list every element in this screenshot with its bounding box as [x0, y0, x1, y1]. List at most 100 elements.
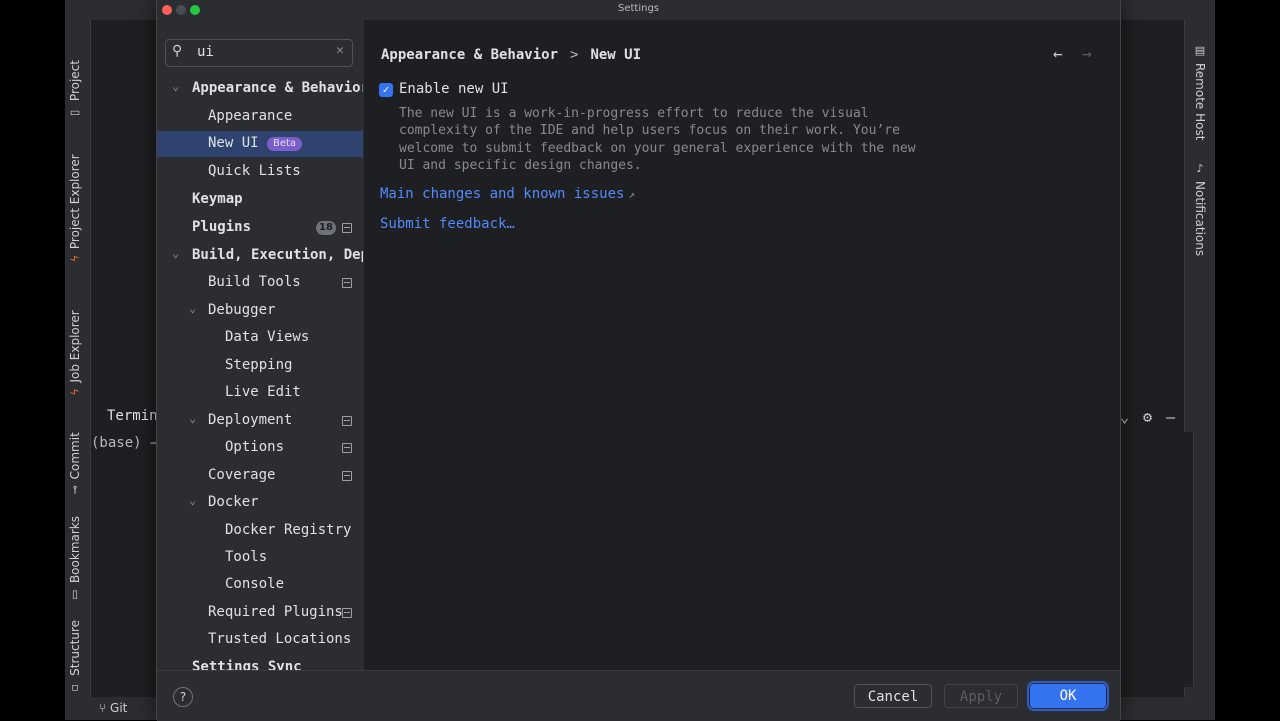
- tool-label: Project: [68, 60, 82, 102]
- left-tool-strip: ▭ Project ϟ Project Explorer ϟ Job Explo…: [65, 20, 91, 720]
- chevron-down-icon[interactable]: ⌄: [1120, 408, 1129, 426]
- settings-dialog: Settings ⚲ ui ✕ ⌄ Appearance & Behavior …: [156, 0, 1121, 721]
- tool-label: Commit: [68, 432, 82, 480]
- git-widget[interactable]: ⑂ Git: [99, 701, 127, 715]
- search-value: ui: [197, 44, 214, 60]
- cancel-button[interactable]: Cancel: [854, 684, 932, 708]
- breadcrumb-separator: >: [570, 47, 579, 63]
- explorer-icon: ϟ: [68, 254, 82, 263]
- tool-commit[interactable]: ⊸ Commit: [68, 432, 82, 494]
- gear-icon[interactable]: ⚙: [1143, 408, 1152, 426]
- tree-label: Required Plugins: [208, 604, 343, 620]
- tree-item-deployment[interactable]: ⌄ Deployment: [157, 408, 363, 434]
- chevron-down-icon[interactable]: ⌄: [172, 79, 179, 93]
- tree-label: Live Edit: [225, 384, 301, 400]
- tree-item-build-tools[interactable]: Build Tools: [157, 270, 363, 296]
- tool-label: Project Explorer: [68, 154, 82, 249]
- tree-label: Options: [225, 439, 285, 455]
- tree-item-debugger[interactable]: ⌄ Debugger: [157, 298, 363, 324]
- tree-item-plugins[interactable]: Plugins 18: [157, 215, 363, 241]
- apply-button[interactable]: Apply: [944, 684, 1018, 708]
- tree-item-quick-lists[interactable]: Quick Lists: [157, 159, 363, 185]
- terminal-prompt: (base) →: [91, 435, 159, 451]
- tool-project[interactable]: ▭ Project: [68, 60, 82, 120]
- tree-item-docker[interactable]: ⌄ Docker: [157, 490, 363, 516]
- dialog-title: Settings: [617, 3, 659, 14]
- terminal-area: [1120, 432, 1194, 687]
- project-level-icon: [342, 416, 352, 426]
- main-changes-link-text[interactable]: Main changes and known issues: [380, 186, 624, 202]
- terminal-tools: ⌄ ⚙ —: [1120, 408, 1175, 426]
- tree-item-data-views[interactable]: Data Views: [157, 325, 363, 351]
- chevron-down-icon[interactable]: ⌄: [172, 246, 179, 260]
- tree-label: Docker: [208, 494, 259, 510]
- tree-label: Deployment: [208, 412, 293, 428]
- enable-new-ui-checkbox[interactable]: ✓: [379, 83, 393, 97]
- tree-item-appearance[interactable]: Appearance: [157, 104, 363, 130]
- structure-icon: ▫: [68, 681, 82, 695]
- tree-label: New UI: [208, 135, 259, 151]
- tree-item-required-plugins[interactable]: Required Plugins: [157, 600, 363, 626]
- tree-item-trusted-locations[interactable]: Trusted Locations: [157, 627, 363, 653]
- settings-tree-pane: ⚲ ui ✕ ⌄ Appearance & Behavior Appearanc…: [157, 20, 363, 670]
- project-level-icon: [342, 471, 352, 481]
- plugins-count-badge: 18: [316, 221, 336, 235]
- tool-notifications[interactable]: ♪ Notifications: [1193, 162, 1207, 256]
- project-level-icon: [342, 443, 352, 453]
- tree-item-stepping[interactable]: Stepping: [157, 353, 363, 379]
- tree-label: Data Views: [225, 329, 310, 345]
- tree-item-options[interactable]: Options: [157, 435, 363, 461]
- minimize-icon[interactable]: —: [1166, 408, 1175, 426]
- terminal-title: Termin: [107, 408, 158, 424]
- main-changes-link[interactable]: Main changes and known issues ↗: [380, 186, 635, 202]
- tree-item-live-edit[interactable]: Live Edit: [157, 380, 363, 406]
- tree-label: Build Tools: [208, 274, 301, 290]
- bell-icon: ♪: [1193, 162, 1207, 175]
- tree-item-coverage[interactable]: Coverage: [157, 463, 363, 489]
- tree-item-docker-registry[interactable]: Docker Registry: [157, 518, 363, 544]
- tree-label: Keymap: [192, 191, 243, 207]
- branch-icon: ⑂: [99, 701, 107, 715]
- close-icon[interactable]: ✕: [336, 43, 344, 58]
- tool-label: Job Explorer: [68, 310, 82, 383]
- tool-project-explorer[interactable]: ϟ Project Explorer: [68, 154, 82, 262]
- tool-bookmarks[interactable]: ▯ Bookmarks: [68, 516, 82, 602]
- breadcrumb-item: New UI: [590, 47, 642, 63]
- tree-item-appearance-behavior[interactable]: ⌄ Appearance & Behavior: [157, 76, 363, 102]
- tree-item-console[interactable]: Console: [157, 572, 363, 598]
- tree-label: Trusted Locations: [208, 631, 352, 647]
- tool-remote-host[interactable]: ▤ Remote Host: [1193, 44, 1207, 140]
- forward-arrow-icon[interactable]: →: [1082, 44, 1092, 63]
- project-level-icon: [342, 608, 352, 618]
- tree-item-settings-sync[interactable]: Settings Sync: [157, 655, 363, 670]
- search-icon: ⚲: [172, 43, 183, 59]
- submit-feedback-link[interactable]: Submit feedback…: [380, 216, 515, 232]
- back-arrow-icon[interactable]: ←: [1053, 44, 1063, 63]
- settings-search-input[interactable]: ⚲ ui ✕: [165, 39, 353, 67]
- tree-item-new-ui[interactable]: New UI Beta: [157, 131, 363, 157]
- remote-host-icon: ▤: [1193, 44, 1207, 57]
- tool-structure[interactable]: ▫ Structure: [68, 620, 82, 695]
- tree-label: Settings Sync: [192, 659, 302, 670]
- enable-new-ui-label[interactable]: Enable new UI: [399, 81, 509, 97]
- tree-item-build-execution-deployment[interactable]: ⌄ Build, Execution, Deployment: [157, 243, 363, 269]
- tool-job-explorer[interactable]: ϟ Job Explorer: [68, 310, 82, 396]
- tree-label: Build, Execution, Deployment: [192, 247, 363, 263]
- commit-icon: ⊸: [68, 485, 82, 495]
- tool-label: Bookmarks: [68, 516, 82, 584]
- bookmark-icon: ▯: [68, 589, 82, 603]
- tree-label: Appearance & Behavior: [192, 80, 363, 96]
- tree-item-keymap[interactable]: Keymap: [157, 187, 363, 213]
- chevron-down-icon[interactable]: ⌄: [189, 301, 196, 315]
- tree-label: Plugins: [192, 219, 252, 235]
- tree-label: Debugger: [208, 302, 276, 318]
- tree-label: Tools: [225, 549, 268, 565]
- chevron-down-icon[interactable]: ⌄: [189, 411, 196, 425]
- tree-label: Coverage: [208, 467, 276, 483]
- ok-button[interactable]: OK: [1027, 681, 1109, 711]
- dialog-titlebar: Settings: [157, 0, 1120, 20]
- tree-item-tools[interactable]: Tools: [157, 545, 363, 571]
- chevron-down-icon[interactable]: ⌄: [189, 493, 196, 507]
- breadcrumb-item[interactable]: Appearance & Behavior: [381, 47, 558, 63]
- help-button[interactable]: ?: [173, 687, 193, 707]
